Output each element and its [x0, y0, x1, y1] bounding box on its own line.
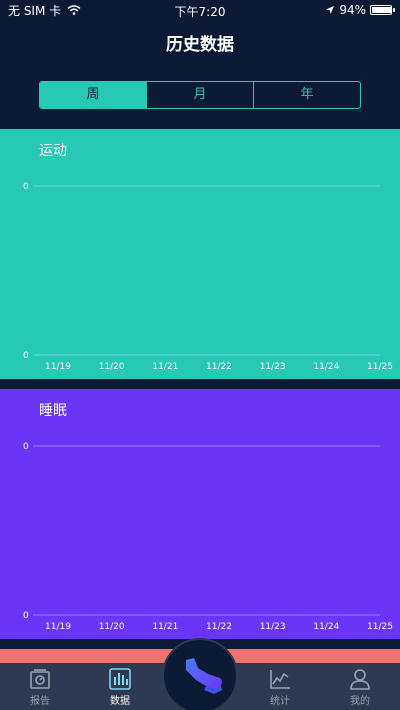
x-tick-label: 11/20	[99, 362, 125, 372]
tab-stats[interactable]: 统计	[250, 663, 310, 710]
segment-week[interactable]: 周	[40, 82, 147, 108]
sleep-chart: 0 0 11/19 11/20 11/21 11/22 11/23 11/24 11/25	[23, 442, 393, 632]
tab-report-label: 报告	[30, 696, 50, 707]
x-tick-label: 11/20	[99, 622, 125, 632]
sleep-card-title: 睡眠	[39, 403, 67, 419]
x-tick-label: 11/25	[367, 622, 393, 632]
center-workout-button[interactable]	[162, 638, 238, 710]
segment-month[interactable]: 月	[147, 82, 254, 108]
x-tick-label: 11/19	[45, 362, 71, 372]
x-tick-label: 11/19	[45, 622, 71, 632]
x-tick-label: 11/22	[206, 362, 232, 372]
motion-card-title: 运动	[39, 143, 67, 159]
tab-data-label: 数据	[110, 696, 130, 707]
tab-stats-label: 统计	[270, 696, 290, 707]
page-title: 历史数据	[166, 35, 234, 55]
x-tick-label: 11/24	[313, 362, 339, 372]
report-icon	[30, 669, 50, 689]
battery-percent: 94%	[339, 3, 366, 17]
tab-me[interactable]: 我的	[330, 663, 390, 710]
y-tick-label: 0	[23, 611, 29, 621]
person-icon	[350, 669, 370, 690]
y-tick-label: 0	[23, 351, 29, 361]
x-tick-label: 11/23	[260, 622, 286, 632]
y-tick-label: 0	[23, 442, 29, 452]
status-right: 94%	[325, 3, 395, 17]
x-tick-label: 11/23	[260, 362, 286, 372]
tab-report[interactable]: 报告	[10, 663, 70, 710]
x-tick-label: 11/25	[367, 362, 393, 372]
motion-card: 0 0 11/19 11/20 11/21 11/22 11/23 11/24 11/25 运动	[0, 129, 400, 379]
bar-chart-icon	[109, 668, 131, 690]
motion-chart: 0 0 11/19 11/20 11/21 11/22 11/23 11/24 11/25	[23, 182, 393, 372]
status-bar: 无 SIM 卡 下午7:20 94%	[0, 0, 400, 20]
segment-year[interactable]: 年	[254, 82, 360, 108]
x-tick-label: 11/22	[206, 622, 232, 632]
x-tick-label: 11/21	[152, 362, 178, 372]
line-chart-icon	[270, 670, 290, 689]
battery-icon	[370, 5, 395, 15]
location-arrow-icon	[326, 6, 335, 14]
x-tick-label: 11/21	[152, 622, 178, 632]
y-tick-label: 0	[23, 182, 29, 192]
x-tick-label: 11/24	[313, 622, 339, 632]
sleep-card: 0 0 11/19 11/20 11/21 11/22 11/23 11/24 11/25 睡眠	[0, 389, 400, 639]
period-segmented-control: 周 月 年	[39, 81, 361, 109]
tab-data[interactable]: 数据	[90, 663, 150, 710]
tab-me-label: 我的	[350, 696, 370, 707]
battery-fill	[372, 7, 391, 13]
shoe-icon	[186, 658, 222, 694]
